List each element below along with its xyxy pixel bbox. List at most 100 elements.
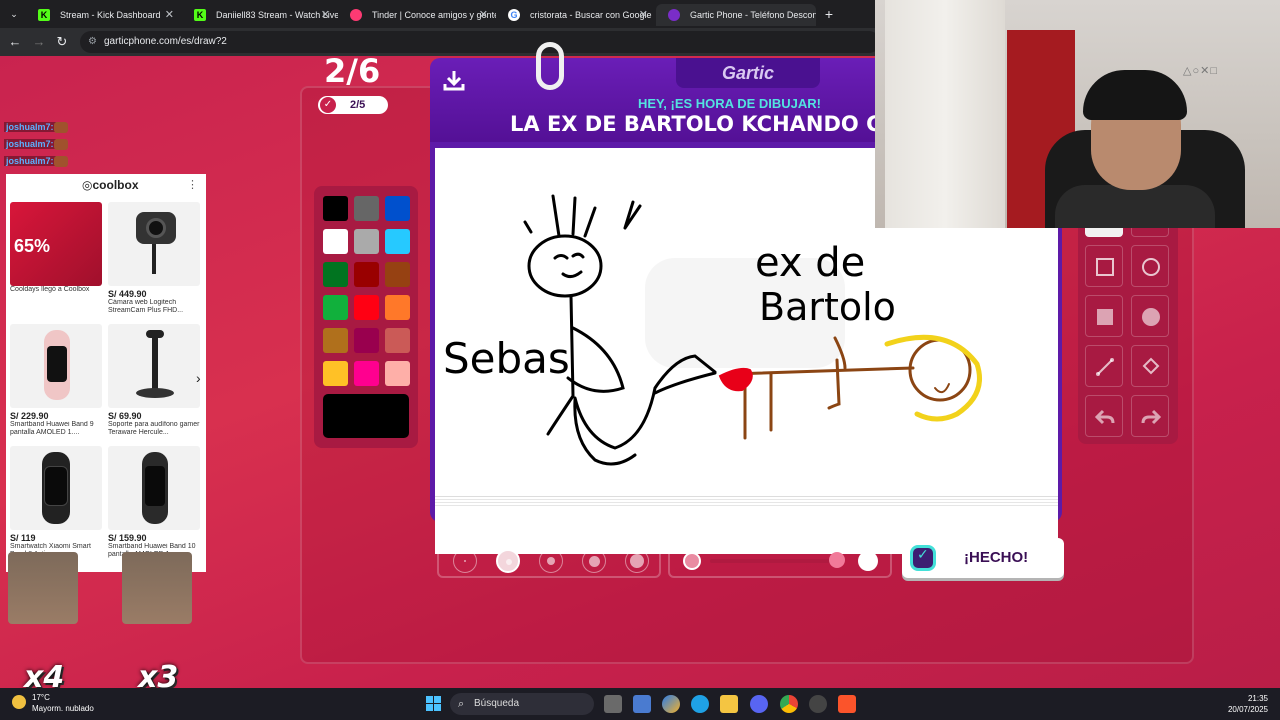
undo-button[interactable]: [1085, 395, 1123, 437]
tab-google-search[interactable]: G cristorata - Buscar con Google ✕: [496, 4, 656, 26]
task-view-icon[interactable]: [604, 695, 622, 713]
chat-emote-icon: [54, 156, 68, 167]
redo-icon: [1141, 409, 1161, 425]
opacity-slider[interactable]: [668, 540, 892, 578]
color-swatch[interactable]: [354, 262, 379, 287]
clock-time: 21:35: [1247, 694, 1268, 703]
close-tab-icon[interactable]: ✕: [165, 4, 174, 26]
webcam-image: [108, 202, 200, 286]
kick-icon: K: [194, 9, 206, 21]
done-button[interactable]: ✓ ¡HECHO!: [902, 538, 1064, 578]
streamer-body: [1055, 185, 1215, 228]
redo-button[interactable]: [1131, 395, 1169, 437]
tab-search-icon[interactable]: ⌄: [7, 5, 21, 23]
smartband-image: [10, 324, 102, 408]
ad-product-card[interactable]: S/ 69.90 Soporte para audífono gamer Ter…: [108, 324, 200, 437]
color-swatch[interactable]: [323, 295, 348, 320]
ad-product-card[interactable]: S/ 119 Smartwatch Xiaomi Smart Band 8 Ac…: [10, 446, 102, 559]
color-swatch[interactable]: [385, 229, 410, 254]
tab-kick-dashboard[interactable]: K Stream - Kick Dashboard ✕: [26, 4, 182, 26]
color-swatch[interactable]: [323, 196, 348, 221]
product-name: Cooldays llegó a Coolbox: [10, 286, 90, 293]
color-palette: [314, 186, 418, 448]
windows-start-icon[interactable]: [426, 696, 442, 712]
color-swatch[interactable]: [323, 229, 348, 254]
download-icon[interactable]: [442, 68, 466, 92]
color-swatch[interactable]: [385, 295, 410, 320]
file-explorer-icon[interactable]: [720, 695, 738, 713]
tab-label: Tinder | Conoce amigos y gente: [372, 10, 496, 20]
color-swatch[interactable]: [323, 262, 348, 287]
product-name: Smartband Huawei Band 9 pantalla AMOLED …: [10, 421, 94, 436]
ellipse-fill-tool-button[interactable]: [1131, 295, 1169, 337]
color-swatch[interactable]: [354, 229, 379, 254]
store-icon[interactable]: [633, 695, 651, 713]
brave-icon[interactable]: [838, 695, 856, 713]
reload-icon[interactable]: ↻: [53, 33, 71, 51]
brush-size-option[interactable]: [582, 549, 606, 573]
search-placeholder: Búsqueda: [474, 698, 520, 709]
product-price: S/ 159.90: [108, 533, 147, 543]
color-swatch[interactable]: [323, 328, 348, 353]
tab-gartic-phone[interactable]: Gartic Phone - Teléfono Descon: [656, 4, 816, 26]
back-icon[interactable]: ←: [6, 33, 24, 51]
clock-date: 20/07/2025: [1227, 705, 1268, 714]
ellipse-outline-tool-button[interactable]: [1131, 245, 1169, 287]
color-swatch[interactable]: [323, 361, 348, 386]
more-options-icon[interactable]: ⋮: [187, 178, 198, 191]
brush-size-option[interactable]: [453, 549, 477, 573]
product-price: S/ 449.90: [108, 289, 147, 299]
color-swatch[interactable]: [354, 196, 379, 221]
brush-size-option[interactable]: [496, 549, 520, 573]
undo-icon: [1095, 409, 1115, 425]
brush-size-option[interactable]: [625, 549, 649, 573]
edge-icon[interactable]: [691, 695, 709, 713]
close-tab-icon[interactable]: ✕: [479, 4, 488, 26]
chevron-right-icon[interactable]: ›: [196, 370, 201, 386]
ad-product-card[interactable]: S/ 229.90 Smartband Huawei Band 9 pantal…: [10, 324, 102, 437]
color-swatch[interactable]: [354, 295, 379, 320]
chat-line: joshualm7:: [4, 139, 56, 149]
color-swatch[interactable]: [354, 328, 379, 353]
close-tab-icon[interactable]: ✕: [639, 4, 648, 26]
ad-product-card[interactable]: S/ 449.90 Cámara web Logitech StreamCam …: [108, 202, 200, 315]
tab-tinder[interactable]: Tinder | Conoce amigos y gente ✕: [338, 4, 496, 26]
done-button-label: ¡HECHO!: [964, 549, 1029, 566]
brush-size-option[interactable]: [539, 549, 563, 573]
opacity-knob[interactable]: [829, 552, 846, 568]
smartband-image: [108, 446, 200, 530]
ad-product-card[interactable]: S/ 159.90 Smartband Huawei Band 10 panta…: [108, 446, 200, 559]
tab-daniiell83-stream[interactable]: K Daniiell83 Stream - Watch Live ✕: [182, 4, 338, 26]
close-tab-icon[interactable]: ✕: [321, 4, 330, 26]
opacity-track[interactable]: [710, 559, 844, 563]
color-swatch[interactable]: [354, 361, 379, 386]
discord-icon[interactable]: [750, 695, 768, 713]
color-swatch[interactable]: [385, 262, 410, 287]
copilot-icon[interactable]: [662, 695, 680, 713]
smartwatch-image: [10, 446, 102, 530]
color-swatch[interactable]: [385, 196, 410, 221]
color-swatch[interactable]: [385, 328, 410, 353]
fill-bucket-tool-button[interactable]: [1131, 345, 1169, 387]
tab-label: Gartic Phone - Teléfono Descon: [690, 10, 816, 20]
forward-icon[interactable]: →: [30, 33, 48, 51]
coolbox-ad[interactable]: ◎coolbox ⋮ 65% Cooldays llegó a Coolbox …: [6, 174, 206, 572]
rectangle-outline-tool-button[interactable]: [1085, 245, 1123, 287]
new-tab-icon[interactable]: +: [820, 5, 838, 23]
taskbar-search[interactable]: ⌕ Búsqueda: [450, 693, 594, 715]
color-swatch[interactable]: [385, 361, 410, 386]
address-bar[interactable]: ⚙ garticphone.com/es/draw?2: [80, 31, 880, 53]
search-icon: ⌕: [458, 698, 465, 710]
line-tool-button[interactable]: [1085, 345, 1123, 387]
system-clock[interactable]: 21:35 20/07/2025: [1228, 693, 1268, 715]
check-icon: ✓: [320, 97, 336, 113]
obs-icon[interactable]: [809, 695, 827, 713]
chrome-icon[interactable]: [780, 695, 798, 713]
streamer-hair: [1083, 70, 1187, 120]
rectangle-fill-tool-button[interactable]: [1085, 295, 1123, 337]
ad-product-card[interactable]: 65% Cooldays llegó a Coolbox: [10, 202, 102, 294]
drawing-label-sebas: Sebas: [443, 334, 570, 383]
product-price: S/ 69.90: [108, 411, 142, 421]
site-info-icon[interactable]: ⚙: [88, 31, 97, 53]
weather-widget[interactable]: 17°C Mayorm. nublado: [10, 692, 94, 714]
